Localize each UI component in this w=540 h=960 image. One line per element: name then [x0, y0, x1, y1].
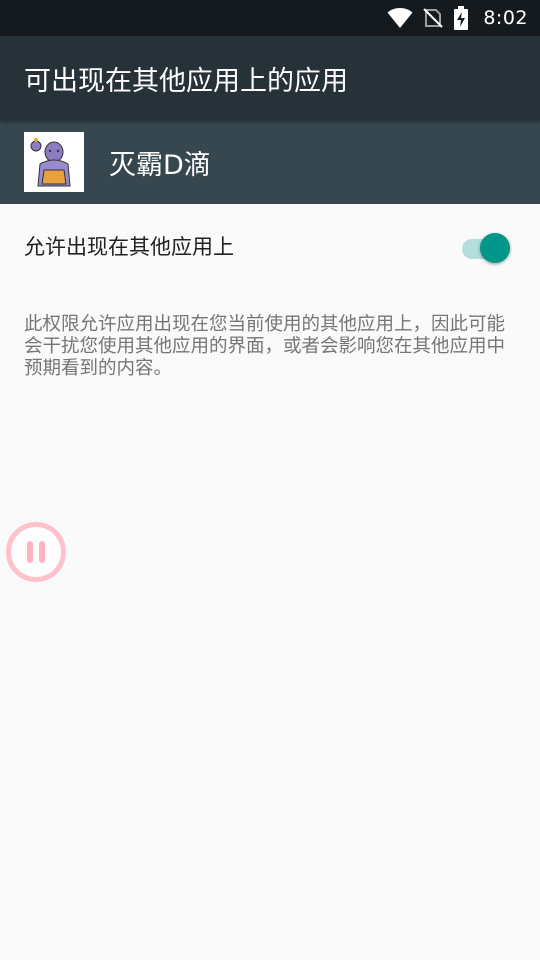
- app-name: 灭霸D滴: [109, 149, 211, 181]
- app-header: 灭霸D滴: [0, 120, 540, 204]
- pause-icon: [27, 541, 33, 563]
- permission-description: 此权限允许应用出现在您当前使用的其他应用上，因此可能会干扰您使用其他应用的界面，…: [24, 314, 506, 379]
- app-bar: 可出现在其他应用上的应用: [0, 36, 540, 120]
- app-icon: [24, 132, 84, 192]
- status-time: 8:02: [483, 7, 528, 29]
- overlay-permission-row[interactable]: 允许出现在其他应用上: [0, 204, 540, 288]
- switch-thumb: [480, 233, 510, 263]
- floating-pause-button[interactable]: [6, 522, 66, 582]
- pause-icon-bar: [39, 541, 45, 563]
- wifi-icon: [387, 7, 413, 29]
- overlay-permission-label: 允许出现在其他应用上: [24, 235, 234, 259]
- battery-charging-icon: [453, 6, 469, 30]
- no-sim-icon: [423, 7, 444, 29]
- overlay-permission-switch[interactable]: [460, 229, 512, 263]
- status-bar: 8:02: [0, 0, 540, 36]
- page-title: 可出现在其他应用上的应用: [24, 65, 348, 97]
